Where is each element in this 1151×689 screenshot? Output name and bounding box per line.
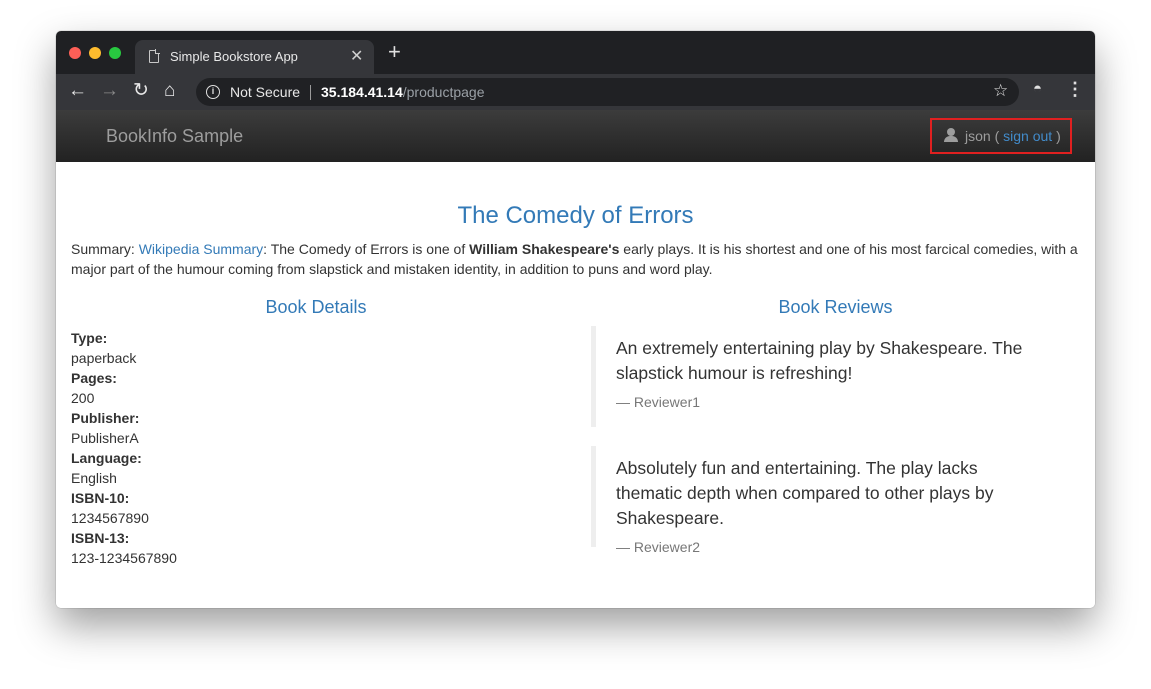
review-author: — Reviewer1 bbox=[616, 394, 701, 410]
user-name: json bbox=[965, 128, 991, 144]
sign-out-link[interactable]: sign out bbox=[1003, 128, 1052, 144]
user-info: json ( sign out ) bbox=[965, 128, 1061, 144]
review-card: Absolutely fun and entertaining. The pla… bbox=[591, 446, 1061, 555]
summary-label: Summary: bbox=[71, 241, 139, 257]
book-summary: Summary: Wikipedia Summary: The Comedy o… bbox=[71, 239, 1081, 279]
info-icon[interactable]: i bbox=[206, 85, 220, 99]
forward-arrow-icon[interactable]: → bbox=[100, 80, 119, 102]
book-title: The Comedy of Errors bbox=[457, 202, 694, 229]
url-path: /productpage bbox=[402, 84, 485, 100]
app-navbar: BookInfo Sample json ( sign out ) bbox=[56, 110, 1095, 162]
detail-value-pages: 200 bbox=[71, 390, 95, 406]
book-details-heading: Book Details bbox=[265, 297, 367, 317]
detail-label-language: Language: bbox=[71, 450, 142, 466]
kebab-menu-icon[interactable]: ⋮ bbox=[1066, 79, 1084, 100]
detail-value-isbn10: 1234567890 bbox=[71, 510, 149, 526]
wikipedia-summary-link[interactable]: Wikipedia Summary bbox=[139, 241, 263, 257]
user-icon bbox=[944, 128, 958, 142]
detail-label-type: Type: bbox=[71, 330, 108, 346]
review-author: — Reviewer2 bbox=[616, 539, 701, 555]
tab-title: Simple Bookstore App bbox=[170, 49, 298, 64]
security-label[interactable]: Not Secure bbox=[230, 84, 300, 100]
detail-label-pages: Pages: bbox=[71, 370, 117, 386]
address-divider bbox=[310, 85, 311, 100]
detail-label-isbn10: ISBN-10: bbox=[71, 490, 130, 506]
summary-text-pre: : The Comedy of Errors is one of bbox=[263, 241, 470, 257]
book-reviews-heading: Book Reviews bbox=[778, 297, 893, 317]
incognito-icon[interactable]: ◓ bbox=[1033, 80, 1042, 97]
browser-toolbar: ← → ↻ ⌂ i Not Secure 35.184.41.14/produc… bbox=[56, 74, 1095, 110]
home-icon[interactable]: ⌂ bbox=[164, 80, 175, 102]
star-icon[interactable]: ☆ bbox=[993, 81, 1008, 101]
detail-label-publisher: Publisher: bbox=[71, 410, 140, 426]
web-page: BookInfo Sample json ( sign out ) The Co… bbox=[56, 110, 1095, 608]
minimize-window-button[interactable] bbox=[89, 47, 101, 59]
close-window-button[interactable] bbox=[69, 47, 81, 59]
new-tab-button[interactable]: + bbox=[388, 41, 401, 63]
tab-close-icon[interactable]: ✕ bbox=[350, 46, 363, 66]
address-bar[interactable]: i Not Secure 35.184.41.14/productpage ☆ bbox=[196, 78, 1019, 106]
browser-tab[interactable]: Simple Bookstore App ✕ bbox=[135, 40, 374, 74]
review-text: An extremely entertaining play by Shakes… bbox=[616, 338, 1023, 383]
url-text[interactable]: 35.184.41.14/productpage bbox=[321, 84, 484, 100]
url-host: 35.184.41.14 bbox=[321, 84, 403, 100]
back-arrow-icon[interactable]: ← bbox=[68, 80, 87, 102]
maximize-window-button[interactable] bbox=[109, 47, 121, 59]
reload-icon[interactable]: ↻ bbox=[133, 80, 149, 102]
review-text: Absolutely fun and entertaining. The pla… bbox=[616, 458, 994, 528]
summary-author: William Shakespeare's bbox=[469, 241, 620, 257]
detail-value-type: paperback bbox=[71, 350, 137, 366]
detail-value-isbn13: 123-1234567890 bbox=[71, 550, 177, 566]
detail-value-publisher: PublisherA bbox=[71, 430, 139, 446]
close-paren: ) bbox=[1052, 128, 1061, 144]
browser-window: Simple Bookstore App ✕ + ← → ↻ ⌂ i Not S… bbox=[56, 31, 1095, 608]
detail-value-language: English bbox=[71, 470, 117, 486]
review-card: An extremely entertaining play by Shakes… bbox=[591, 326, 1061, 427]
book-details-list: Type: paperback Pages: 200 Publisher: Pu… bbox=[71, 328, 551, 568]
document-icon bbox=[149, 49, 160, 63]
user-menu: json ( sign out ) bbox=[930, 118, 1072, 154]
detail-label-isbn13: ISBN-13: bbox=[71, 530, 130, 546]
tab-bar: Simple Bookstore App ✕ + bbox=[56, 31, 1095, 74]
open-paren: ( bbox=[990, 128, 1004, 144]
brand-link[interactable]: BookInfo Sample bbox=[106, 126, 243, 147]
